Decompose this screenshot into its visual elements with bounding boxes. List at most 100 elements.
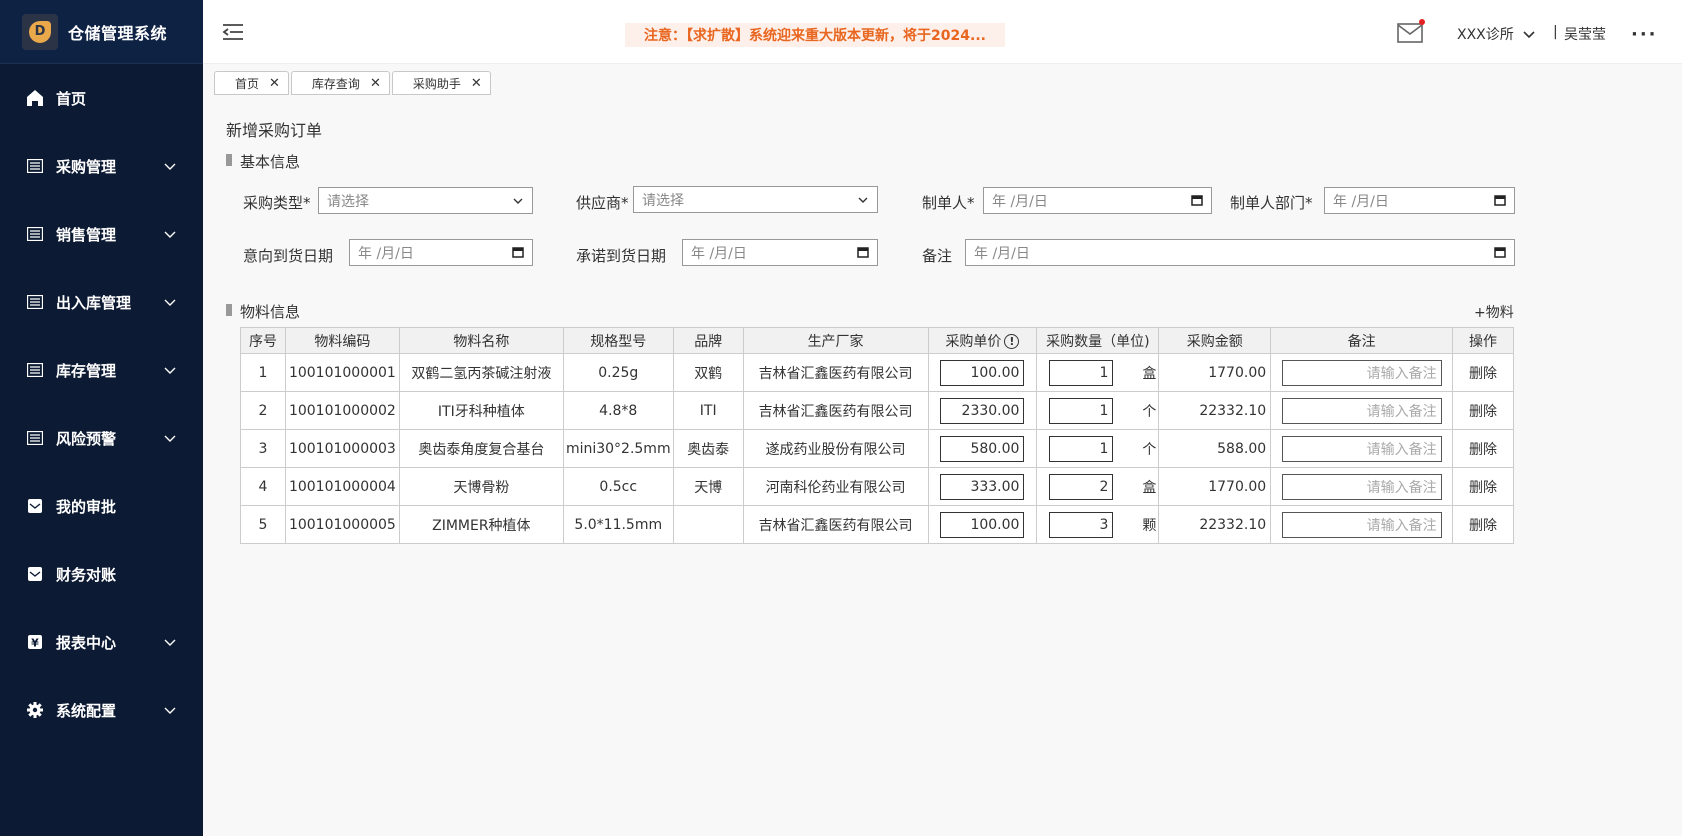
unit-label: 个 — [1142, 403, 1157, 420]
tab-home[interactable]: 首页 ✕ — [214, 71, 289, 95]
notice-banner[interactable]: 注意：【求扩散】系统迎来重大版本更新，将于2024... — [625, 23, 1005, 47]
creator-dept-date-input[interactable]: 年 /月/日 — [1324, 187, 1515, 214]
tab-inventory-query[interactable]: 库存查询 ✕ — [290, 71, 390, 95]
sidebar-item-2[interactable]: 销售管理 — [0, 200, 203, 268]
delete-button[interactable]: 删除 — [1469, 518, 1497, 534]
username[interactable]: 吴莹莹 — [1564, 24, 1606, 44]
sidebar-item-0[interactable]: 首页 — [0, 64, 203, 132]
col-header: 物料编码 — [284, 327, 400, 354]
close-icon[interactable]: ✕ — [370, 76, 381, 91]
unread-dot — [1419, 19, 1425, 25]
intended-date-input[interactable]: 年 /月/日 — [349, 239, 533, 266]
remark-input[interactable]: 请输入备注 — [1281, 473, 1442, 500]
tab-label: 库存查询 — [311, 76, 360, 91]
menu-toggle-icon[interactable] — [221, 22, 245, 42]
quantity-input[interactable]: 1 — [1049, 359, 1114, 386]
logo-mark: D — [29, 20, 51, 43]
remark-input[interactable]: 请输入备注 — [1281, 397, 1442, 424]
purchase-type-select[interactable]: 请选择 — [318, 187, 533, 214]
creator-date-input[interactable]: 年 /月/日 — [983, 187, 1212, 214]
calendar-icon[interactable] — [1191, 194, 1203, 206]
remark-input[interactable]: 请输入备注 — [1281, 511, 1442, 538]
remark-input[interactable]: 请输入备注 — [1281, 359, 1442, 386]
close-icon[interactable]: ✕ — [269, 76, 280, 91]
cell-action: 删除 — [1452, 391, 1514, 430]
cell-remark: 请输入备注 — [1270, 429, 1454, 468]
col-header: 规格型号 — [562, 327, 674, 354]
price-input[interactable]: 100.00 — [940, 511, 1025, 538]
quantity-input[interactable]: 1 — [1049, 397, 1114, 424]
col-header: 备注 — [1270, 327, 1454, 354]
sidebar-item-label: 系统配置 — [56, 701, 117, 720]
creator-dept-label: 制单人部门* — [1230, 194, 1313, 212]
cell-code: 100101000002 — [284, 391, 400, 430]
date-placeholder: 年 /月/日 — [1333, 193, 1389, 210]
cell-qty: 1个 — [1036, 429, 1160, 468]
tab-label: 首页 — [235, 76, 260, 91]
clinic-selector[interactable]: XXX诊所 — [1457, 24, 1536, 44]
cell-price: 580.00 — [927, 429, 1038, 468]
cell-amount: 588.00 — [1158, 429, 1272, 468]
remark-input[interactable]: 年 /月/日 — [965, 239, 1515, 266]
cell-code: 100101000004 — [284, 467, 400, 506]
cell-code: 100101000001 — [284, 353, 400, 392]
cell-name: 奥齿泰角度复合基台 — [398, 429, 564, 468]
sidebar-item-9[interactable]: 系统配置 — [0, 676, 203, 744]
cell-brand: 奥齿泰 — [672, 429, 744, 468]
cell-action: 删除 — [1452, 353, 1514, 392]
info-icon[interactable]: ! — [1004, 334, 1020, 349]
sidebar-item-label: 库存管理 — [56, 361, 117, 380]
delete-button[interactable]: 删除 — [1469, 404, 1497, 420]
sidebar-item-5[interactable]: 风险预警 — [0, 404, 203, 472]
calendar-icon[interactable] — [857, 246, 869, 258]
price-input[interactable]: 580.00 — [940, 435, 1025, 462]
sidebar-item-label: 首页 — [56, 89, 87, 108]
sidebar-item-7[interactable]: 财务对账 — [0, 540, 203, 608]
cell-spec: mini30°2.5mm — [562, 429, 674, 468]
unit-label: 盒 — [1142, 365, 1157, 382]
sidebar: D 仓储管理系统 首页 采购管理 销售管理 出入库管理 库存管理 风险预警 我的审批 财务对账… — [0, 0, 203, 836]
cell-qty: 3颗 — [1036, 505, 1160, 544]
price-input[interactable]: 100.00 — [940, 359, 1025, 386]
cell-brand: 天博 — [672, 467, 744, 506]
mail-icon[interactable] — [1397, 19, 1425, 44]
chevron-down-icon — [164, 707, 176, 714]
mail-icon — [26, 497, 44, 515]
quantity-input[interactable]: 2 — [1049, 473, 1114, 500]
cell-spec: 5.0*11.5mm — [562, 505, 674, 544]
more-menu-icon[interactable]: ··· — [1631, 24, 1658, 45]
close-icon[interactable]: ✕ — [471, 76, 482, 91]
delete-button[interactable]: 删除 — [1469, 366, 1497, 382]
cell-maker: 吉林省汇鑫医药有限公司 — [742, 505, 929, 544]
cell-action: 删除 — [1452, 505, 1514, 544]
sidebar-item-label: 财务对账 — [56, 565, 117, 584]
add-material-button[interactable]: +物料 — [1474, 302, 1514, 322]
sidebar-item-3[interactable]: 出入库管理 — [0, 268, 203, 336]
price-input[interactable]: 333.00 — [940, 473, 1025, 500]
tab-purchase-assistant[interactable]: 采购助手 ✕ — [391, 71, 491, 95]
sidebar-item-1[interactable]: 采购管理 — [0, 132, 203, 200]
sidebar-item-4[interactable]: 库存管理 — [0, 336, 203, 404]
delete-button[interactable]: 删除 — [1469, 480, 1497, 496]
table-row: 4 100101000004 天博骨粉 0.5cc 天博 河南科伦药业有限公司 333.00… — [240, 467, 1514, 506]
sidebar-item-8[interactable]: ¥ 报表中心 — [0, 608, 203, 676]
calendar-icon[interactable] — [1494, 194, 1506, 206]
chevron-down-icon — [164, 367, 176, 374]
quantity-input[interactable]: 1 — [1049, 435, 1114, 462]
calendar-icon[interactable] — [1494, 246, 1506, 258]
cell-brand — [672, 505, 744, 544]
chevron-down-icon — [513, 198, 523, 204]
promised-date-input[interactable]: 年 /月/日 — [682, 239, 878, 266]
cell-action: 删除 — [1452, 429, 1514, 468]
remark-input[interactable]: 请输入备注 — [1281, 435, 1442, 462]
quantity-input[interactable]: 3 — [1049, 511, 1114, 538]
col-header: 品牌 — [672, 327, 744, 354]
price-input[interactable]: 2330.00 — [940, 397, 1025, 424]
sidebar-item-6[interactable]: 我的审批 — [0, 472, 203, 540]
col-header: 物料名称 — [398, 327, 564, 354]
cell-price: 333.00 — [927, 467, 1038, 506]
calendar-icon[interactable] — [512, 246, 524, 258]
cell-index: 3 — [240, 429, 286, 468]
supplier-select[interactable]: 请选择 — [633, 186, 878, 213]
delete-button[interactable]: 删除 — [1469, 442, 1497, 458]
